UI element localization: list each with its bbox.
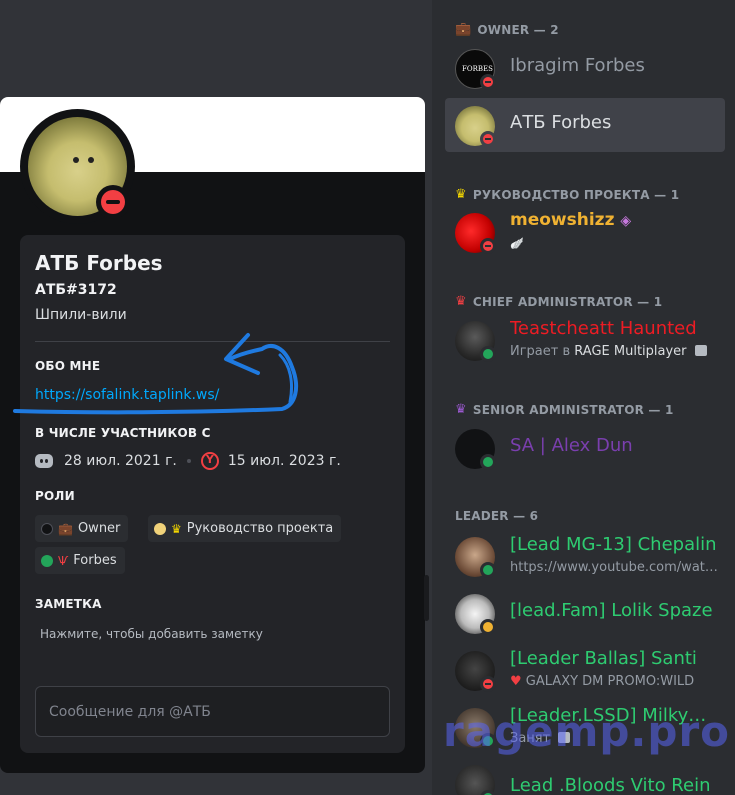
- member-name: Teastcheatt Haunted: [510, 318, 697, 339]
- online-status-icon: [480, 562, 496, 578]
- member-activity: Играет в RAGE Multiplayer: [510, 344, 720, 359]
- member-name: [Lead MG-13] Chepalin: [510, 534, 717, 555]
- idle-status-icon: [480, 619, 496, 635]
- owner-role-icon: 💼: [455, 22, 472, 37]
- discord-since-date: 28 июл. 2021 г.: [64, 453, 177, 469]
- online-status-icon: [480, 346, 496, 362]
- dnd-status-icon: [480, 238, 496, 254]
- role-label: Owner: [77, 521, 121, 536]
- server-icon: [200, 452, 219, 470]
- member-list: 💼 OWNER — 2 FORBES Ibragim Forbes АТБ Fo…: [436, 0, 735, 795]
- member-item[interactable]: [lead.Fam] Lolik Spaze: [445, 586, 725, 640]
- member-item[interactable]: Lead .Bloods Vito Rein: [445, 757, 725, 795]
- watermark: ragemp.pro: [443, 707, 731, 756]
- group-header-leadership: ♛ РУКОВОДСТВО ПРОЕКТА — 1: [455, 187, 679, 202]
- heart-icon: ♥: [510, 674, 522, 689]
- member-item[interactable]: FORBES Ibragim Forbes: [445, 41, 725, 95]
- about-heading: ОБО МНЕ: [35, 359, 101, 373]
- activity-game: RAGE Multiplayer: [574, 344, 687, 359]
- member-activity: ♥ GALAXY DM PROMO:WILD: [510, 674, 720, 689]
- member-name: АТБ Forbes: [510, 112, 612, 133]
- role-pill-forbes[interactable]: Ѱ Forbes: [35, 547, 125, 574]
- member-since-heading: В ЧИСЛЕ УЧАСТНИКОВ С: [35, 426, 211, 440]
- custom-status: Шпили-вили: [35, 307, 127, 323]
- note-heading: ЗАМЕТКА: [35, 597, 102, 611]
- role-label: Forbes: [73, 553, 117, 568]
- member-name: SA | Alex Dun: [510, 435, 633, 456]
- online-status-icon: [480, 454, 496, 470]
- separator-dot: [186, 459, 191, 463]
- member-item[interactable]: meowshizz ◈ 🪽: [445, 205, 725, 259]
- dnd-status-icon: [101, 190, 125, 214]
- role-color-dot: [154, 522, 166, 535]
- profile-body: АТБ Forbes АТБ#3172 Шпили-вили ОБО МНЕ h…: [20, 235, 405, 753]
- user-tag[interactable]: АТБ#3172: [35, 282, 117, 298]
- scrollbar-thumb[interactable]: [424, 575, 429, 621]
- crown-icon: ♛: [171, 521, 182, 536]
- server-since-date: 15 июл. 2023 г.: [227, 453, 341, 469]
- forbes-emoji-icon: Ѱ: [58, 553, 69, 568]
- group-label: LEADER — 6: [455, 509, 539, 523]
- roles-heading: РОЛИ: [35, 489, 75, 503]
- dnd-status-icon: [480, 74, 496, 90]
- member-item[interactable]: Teastcheatt Haunted Играет в RAGE Multip…: [445, 313, 725, 367]
- member-name-text: meowshizz: [510, 210, 615, 230]
- member-activity: 🪽: [510, 236, 720, 251]
- member-item[interactable]: SA | Alex Dun: [445, 421, 725, 475]
- member-item[interactable]: [Lead MG-13] Chepalin https://www.youtub…: [445, 529, 725, 583]
- activity-text: GALAXY DM PROMO:WILD: [525, 674, 695, 689]
- display-name: АТБ Forbes: [35, 251, 163, 275]
- member-name: [Leader Ballas] Santi: [510, 648, 697, 669]
- member-activity: https://www.youtube.com/watch: [510, 560, 720, 575]
- member-name: Ibragim Forbes: [510, 55, 645, 76]
- nitro-badge-icon: ◈: [620, 213, 632, 229]
- role-pill-leadership[interactable]: ♛ Руководство проекта: [148, 515, 342, 542]
- activity-prefix: Играет в: [510, 344, 575, 359]
- user-profile-popout: АТБ Forbes АТБ#3172 Шпили-вили ОБО МНЕ h…: [0, 97, 425, 773]
- avatar-eye: [73, 157, 79, 163]
- role-color-dot: [41, 522, 53, 535]
- status-emoji-icon: 🪽: [510, 237, 524, 250]
- member-item[interactable]: [Leader Ballas] Santi ♥ GALAXY DM PROMO:…: [445, 643, 725, 697]
- group-header-leader: LEADER — 6: [455, 509, 538, 523]
- message-box: [35, 686, 390, 737]
- group-label: РУКОВОДСТВО ПРОЕКТА — 1: [472, 187, 680, 202]
- member-name: Lead .Bloods Vito Rein: [510, 775, 711, 795]
- senior-admin-icon: ♛: [455, 402, 467, 417]
- forbes-logo-icon: FORBES: [462, 65, 493, 73]
- avatar-eye: [88, 157, 94, 163]
- dnd-status-icon: [480, 676, 496, 692]
- group-label: SENIOR ADMINISTRATOR — 1: [472, 402, 674, 417]
- group-header-owner: 💼 OWNER — 2: [455, 22, 559, 37]
- group-label: CHIEF ADMINISTRATOR — 1: [472, 294, 663, 309]
- role-label: Руководство проекта: [186, 521, 334, 536]
- message-input[interactable]: [36, 687, 389, 736]
- group-header-senior-admin: ♛ SENIOR ADMINISTRATOR — 1: [455, 402, 674, 417]
- role-color-dot: [41, 554, 53, 567]
- crown-icon: ♛: [455, 187, 467, 202]
- member-name: [lead.Fam] Lolik Spaze: [510, 600, 713, 621]
- about-link[interactable]: https://sofalink.taplink.ws/: [35, 387, 219, 403]
- chief-admin-icon: ♛: [455, 294, 467, 309]
- discord-icon: [35, 454, 53, 468]
- rich-presence-icon: [694, 345, 707, 356]
- member-item[interactable]: АТБ Forbes: [445, 98, 725, 152]
- group-label: OWNER — 2: [477, 22, 559, 37]
- note-input[interactable]: Нажмите, чтобы добавить заметку: [40, 627, 263, 641]
- member-name: meowshizz ◈: [510, 210, 720, 230]
- member-since-row: 28 июл. 2021 г. 15 июл. 2023 г.: [35, 452, 341, 470]
- owner-emoji-icon: 💼: [58, 521, 73, 536]
- divider: [35, 341, 390, 342]
- group-header-chief-admin: ♛ CHIEF ADMINISTRATOR — 1: [455, 294, 662, 309]
- role-pill-owner[interactable]: 💼 Owner: [35, 515, 129, 542]
- dnd-status-icon: [480, 131, 496, 147]
